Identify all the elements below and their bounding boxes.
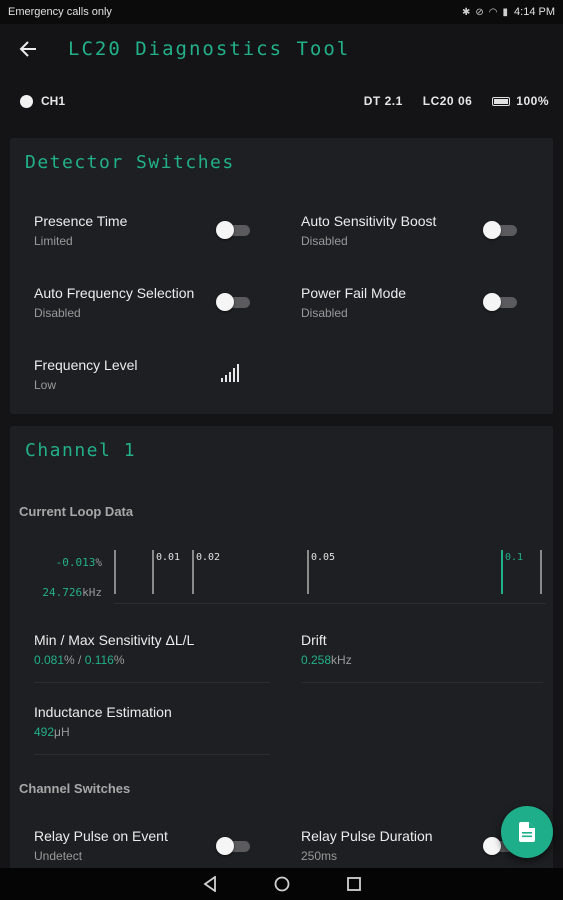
- device-model: LC20 06: [422, 94, 473, 108]
- status-bar: Emergency calls only ✱ ⊘ ◠ ▮ 4:14 PM: [0, 0, 563, 24]
- auto-sensitivity-boost-toggle[interactable]: [483, 220, 519, 240]
- frequency-level-setting[interactable]: Frequency Level Low: [34, 357, 284, 392]
- nav-back-button[interactable]: [199, 873, 221, 895]
- max-sensitivity-value: 0.116: [84, 653, 114, 667]
- scale-tick: [307, 550, 309, 594]
- detector-switches-title: Detector Switches: [25, 152, 235, 173]
- back-button[interactable]: [0, 24, 56, 74]
- channel-title: Channel 1: [25, 440, 137, 461]
- mute-icon: ⊘: [475, 6, 484, 18]
- app-bar: LC20 Diagnostics Tool: [0, 24, 563, 74]
- system-nav-bar: [0, 868, 563, 900]
- status-left-text: Emergency calls only: [8, 6, 112, 18]
- min-max-sensitivity: Min / Max Sensitivity ΔL/L 0.081% / 0.11…: [34, 632, 194, 667]
- battery-status: 100%: [492, 94, 549, 108]
- inductance-estimation-label: Inductance Estimation: [34, 704, 172, 720]
- page-title: LC20 Diagnostics Tool: [68, 38, 351, 60]
- battery-icon: [492, 96, 511, 106]
- loop-delta-value: -0.013: [55, 556, 96, 569]
- min-sensitivity-value: 0.081: [34, 653, 65, 667]
- arrow-left-icon: [19, 41, 36, 57]
- signal-bars-icon[interactable]: [221, 364, 241, 382]
- divider: [34, 682, 270, 683]
- frequency-level-value: Low: [34, 378, 57, 392]
- scale-tick-label: 0.05: [311, 552, 336, 563]
- scale-tick: [501, 550, 503, 594]
- min-sensitivity-unit: %: [64, 653, 75, 667]
- document-icon: [519, 822, 535, 842]
- dt-version: DT 2.1: [363, 94, 403, 108]
- circle-home-icon: [274, 876, 289, 892]
- battery-small-icon: ▮: [502, 6, 509, 18]
- loop-frequency-value: 24.726: [42, 586, 83, 599]
- channel-switches-label: Channel Switches: [19, 781, 131, 796]
- triangle-back-icon: [202, 876, 216, 892]
- nav-recents-button[interactable]: [343, 873, 365, 895]
- auto-frequency-selection-toggle[interactable]: [216, 292, 252, 312]
- sensitivity-scale: 0.01 0.02 0.05 0.1: [114, 548, 546, 604]
- channel-status-icon: [20, 94, 33, 108]
- battery-level: 100%: [516, 94, 549, 108]
- device-info-row: CH1 DT 2.1 LC20 06 100%: [0, 86, 563, 116]
- detector-switches-card: Detector Switches Presence Time Limited …: [10, 138, 553, 414]
- scale-tick-label: 0.01: [156, 552, 181, 563]
- presence-time-toggle[interactable]: [216, 220, 252, 240]
- nav-home-button[interactable]: [271, 873, 293, 895]
- scale-tick-label: 0.02: [196, 552, 221, 563]
- scale-tick: [114, 550, 116, 594]
- wifi-icon: ◠: [488, 6, 498, 18]
- inductance-unit: μH: [54, 725, 70, 739]
- inductance-value: 492: [34, 725, 55, 739]
- min-max-sensitivity-label: Min / Max Sensitivity ΔL/L: [34, 632, 195, 648]
- power-fail-mode-toggle[interactable]: [483, 292, 519, 312]
- divider: [301, 682, 543, 683]
- channel-label: CH1: [41, 94, 66, 108]
- scale-tick-label: 0.1: [505, 552, 524, 563]
- drift-value: 0.258: [301, 653, 332, 667]
- scale-tick: [192, 550, 194, 594]
- drift-label: Drift: [301, 632, 327, 648]
- scale-tick: [540, 550, 542, 594]
- loop-readout: -0.013% 24.726kHz: [30, 556, 102, 599]
- loop-frequency-unit: kHz: [82, 586, 102, 599]
- bluetooth-icon: ✱: [462, 6, 471, 18]
- scale-tick: [152, 550, 154, 594]
- max-sensitivity-unit: %: [113, 653, 125, 667]
- drift-unit: kHz: [331, 653, 352, 667]
- channel-card: Channel 1 Current Loop Data -0.013% 24.7…: [10, 426, 553, 886]
- status-time: 4:14 PM: [514, 6, 555, 18]
- drift: Drift 0.258kHz: [301, 632, 352, 667]
- inductance-estimation: Inductance Estimation 492μH: [34, 704, 172, 739]
- current-loop-data-label: Current Loop Data: [19, 504, 134, 519]
- divider: [34, 754, 270, 755]
- square-recents-icon: [346, 877, 361, 891]
- relay-pulse-event-toggle[interactable]: [216, 836, 252, 856]
- frequency-level-label: Frequency Level: [34, 357, 138, 373]
- sensitivity-separator: /: [74, 653, 85, 667]
- loop-delta-unit: %: [95, 556, 102, 569]
- report-fab-button[interactable]: [501, 806, 553, 858]
